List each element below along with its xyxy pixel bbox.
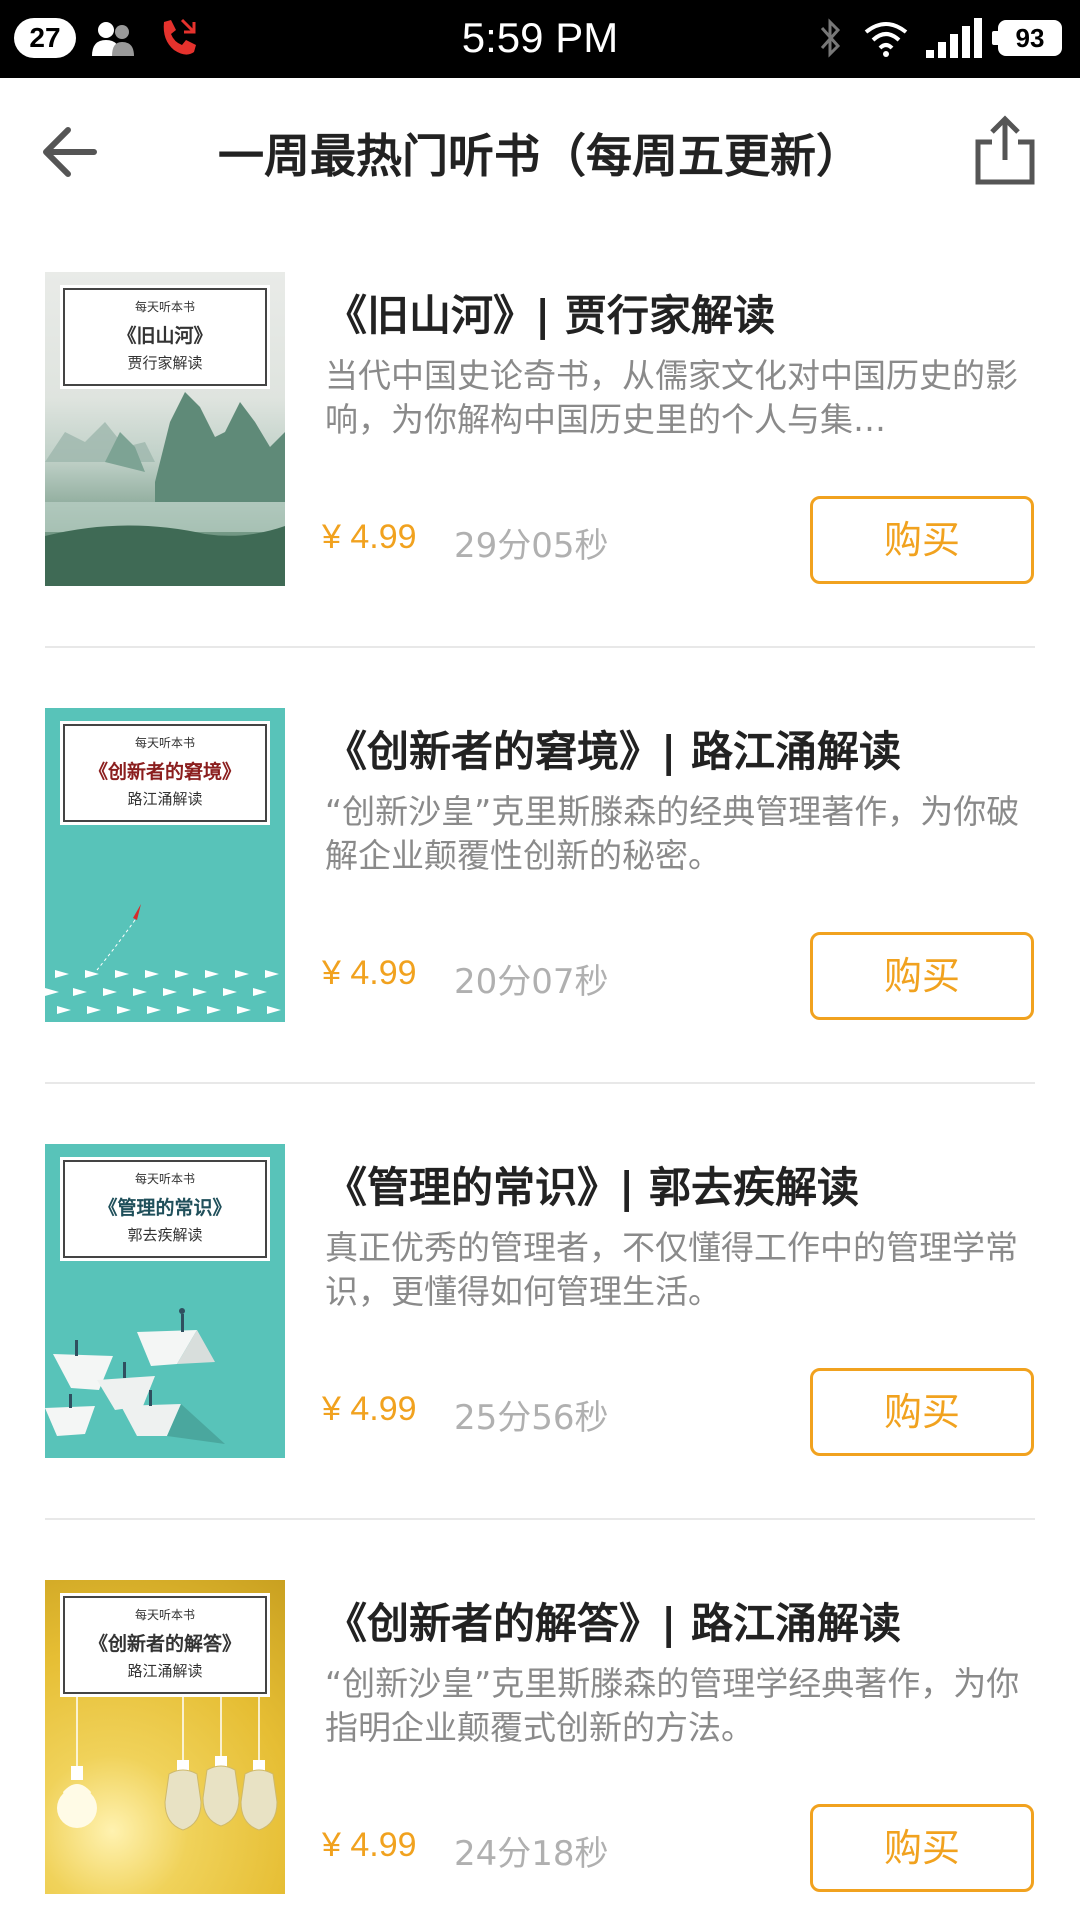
signal-strength-icon: [926, 18, 982, 58]
buy-button[interactable]: 购买: [810, 1804, 1034, 1892]
cover-author-text: 郭去疾解读: [127, 1226, 203, 1244]
book-duration: 29分05秒: [454, 526, 609, 566]
buy-button[interactable]: 购买: [810, 932, 1034, 1020]
book-price: ¥ 4.99: [322, 1826, 417, 1864]
book-cover: 每天听本书 《创新者的解答》 路江涌解读: [45, 1580, 285, 1894]
cover-author-text: 贾行家解读: [127, 354, 203, 372]
battery-indicator: 93: [992, 20, 1062, 56]
buy-button[interactable]: 购买: [810, 496, 1034, 584]
cover-series-text: 每天听本书: [134, 300, 195, 314]
wifi-icon: [864, 22, 908, 57]
status-bar: 27 5:59 PM 93: [0, 0, 1080, 78]
back-arrow-icon[interactable]: [40, 122, 100, 182]
divider: [45, 1518, 1035, 1520]
book-description: “创新沙皇”克里斯滕森的管理学经典著作，为你指明企业颠覆式创新的方法。: [325, 1664, 1020, 1747]
cover-series-text: 每天听本书: [134, 736, 195, 750]
book-cover: 每天听本书 《旧山河》 贾行家解读: [45, 272, 285, 586]
bluetooth-icon: [820, 18, 841, 58]
divider: [45, 1082, 1035, 1084]
cover-title-label: 每天听本书 《创新者的窘境》 路江涌解读: [60, 721, 270, 825]
cover-title-label: 每天听本书 《管理的常识》 郭去疾解读: [60, 1157, 270, 1261]
buy-button[interactable]: 购买: [810, 1368, 1034, 1456]
cover-title-text: 《创新者的解答》: [88, 1633, 241, 1655]
book-duration: 24分18秒: [454, 1834, 609, 1874]
book-title[interactable]: 《创新者的解答》| 路江涌解读: [325, 1590, 901, 1651]
book-price: ¥ 4.99: [322, 1390, 417, 1428]
book-duration: 25分56秒: [454, 1398, 609, 1438]
cover-title-text: 《管理的常识》: [98, 1197, 232, 1219]
book-list-item[interactable]: 每天听本书 《管理的常识》 郭去疾解读 《管理的常识》| 郭去疾解读 真正优秀的…: [0, 1144, 1080, 1580]
cover-title-label: 每天听本书 《创新者的解答》 路江涌解读: [60, 1593, 270, 1697]
book-duration: 20分07秒: [454, 962, 609, 1002]
book-cover: 每天听本书 《管理的常识》 郭去疾解读: [45, 1144, 285, 1458]
cover-series-text: 每天听本书: [134, 1172, 195, 1186]
clock: 5:59 PM: [461, 14, 619, 61]
cover-author-text: 路江涌解读: [127, 1662, 203, 1680]
book-list-item[interactable]: 每天听本书 《创新者的窘境》 路江涌解读 《创新者的窘境》| 路江涌解读 “创新…: [0, 708, 1080, 1144]
book-list-item[interactable]: 每天听本书 《旧山河》 贾行家解读 《旧山河》| 贾行家解读 当代中国史论奇书，…: [0, 272, 1080, 708]
cover-author-text: 路江涌解读: [127, 790, 203, 808]
book-title[interactable]: 《管理的常识》| 郭去疾解读: [325, 1154, 859, 1215]
book-description: “创新沙皇”克里斯滕森的经典管理著作，为你破解企业颠覆性创新的秘密。: [325, 792, 1020, 875]
cover-title-label: 每天听本书 《旧山河》 贾行家解读: [60, 285, 270, 389]
book-price: ¥ 4.99: [322, 518, 417, 556]
navigation-header: 一周最热门听书（每周五更新）: [0, 78, 1080, 228]
cover-title-text: 《旧山河》: [117, 325, 213, 347]
book-title[interactable]: 《旧山河》| 贾行家解读: [325, 282, 775, 343]
page-title: 一周最热门听书（每周五更新）: [218, 129, 862, 183]
book-price: ¥ 4.99: [322, 954, 417, 992]
book-list-item[interactable]: 每天听本书 《创新者的解答》 路江涌解读 《创新者的解答》| 路江涌解读 “创新…: [0, 1580, 1080, 1920]
book-description: 当代中国史论奇书，从儒家文化对中国历史的影响，为你解构中国历史里的个人与集…: [325, 356, 1018, 439]
cover-series-text: 每天听本书: [134, 1608, 195, 1622]
cover-title-text: 《创新者的窘境》: [88, 761, 241, 783]
book-title[interactable]: 《创新者的窘境》| 路江涌解读: [325, 718, 901, 779]
divider: [45, 646, 1035, 648]
book-description: 真正优秀的管理者，不仅懂得工作中的管理学常识，更懂得如何管理生活。: [325, 1228, 1018, 1311]
share-icon[interactable]: [974, 114, 1036, 186]
book-cover: 每天听本书 《创新者的窘境》 路江涌解读: [45, 708, 285, 1022]
